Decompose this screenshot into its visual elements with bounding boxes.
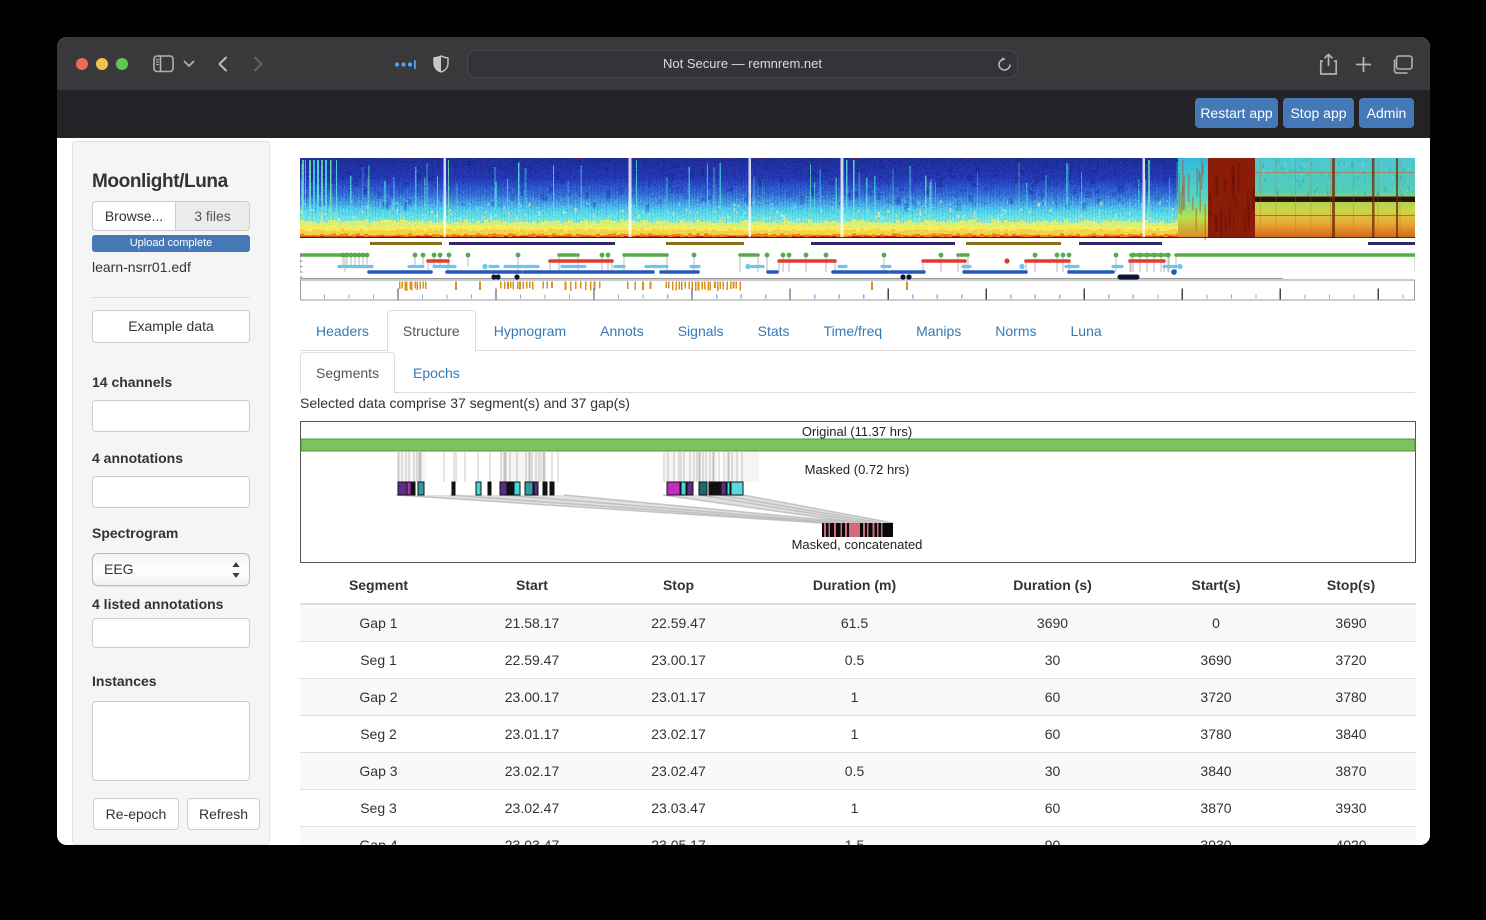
svg-text:Original (11.37 hrs): Original (11.37 hrs) — [802, 424, 912, 439]
svg-text:Masked (0.72 hrs): Masked (0.72 hrs) — [805, 462, 910, 477]
svg-text:Masked, concatenated: Masked, concatenated — [792, 537, 923, 552]
